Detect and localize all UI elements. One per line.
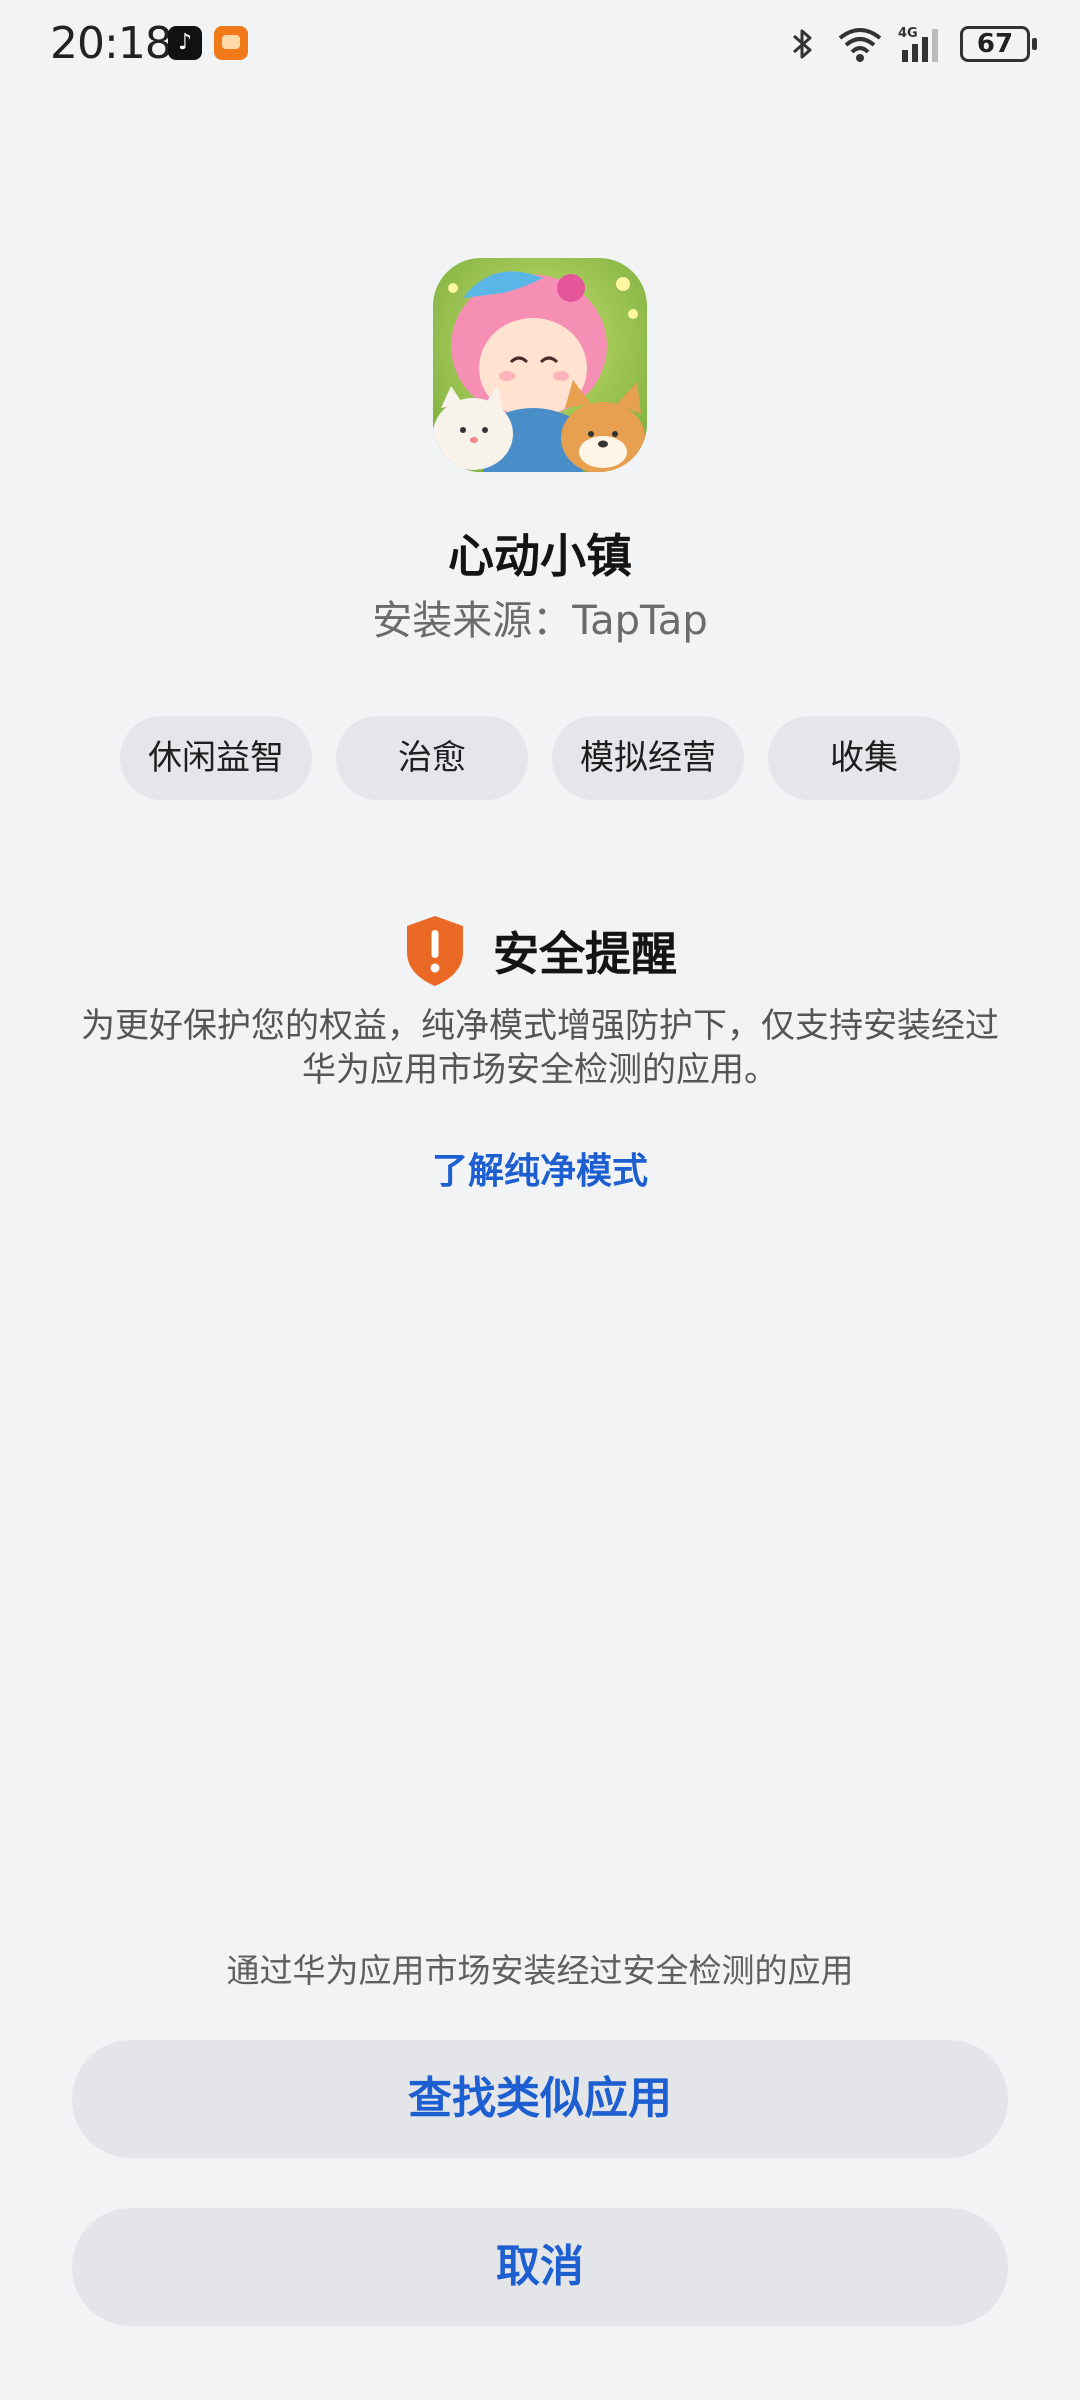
app-tags: 休闲益智 治愈 模拟经营 收集 xyxy=(120,716,960,800)
learn-pure-mode-link[interactable]: 了解纯净模式 xyxy=(0,1142,1080,1194)
install-blocked-page: 20:18 ♪ 4G 67 心动小镇 安装来源：TapTap 休闲益智 治愈 模… xyxy=(0,0,1080,2400)
status-bar: 20:18 ♪ 4G 67 xyxy=(0,0,1080,90)
status-time: 20:18 xyxy=(50,18,173,69)
wifi-icon xyxy=(838,28,882,62)
find-similar-apps-button[interactable]: 查找类似应用 xyxy=(72,2040,1008,2158)
shield-warning-icon xyxy=(407,916,463,986)
install-source-value: TapTap xyxy=(572,598,708,644)
tag-casual-puzzle: 休闲益智 xyxy=(120,716,312,800)
install-source-label: 安装来源： xyxy=(372,598,573,644)
app-name: 心动小镇 xyxy=(448,529,632,583)
tag-simulation: 模拟经营 xyxy=(552,716,744,800)
cancel-button[interactable]: 取消 xyxy=(72,2208,1008,2326)
app-notification-icon xyxy=(214,26,248,60)
battery-icon: 67 xyxy=(960,26,1037,62)
bottom-hint: 通过华为应用市场安装经过安全检测的应用 xyxy=(226,1951,854,1990)
network-type-label: 4G xyxy=(898,26,918,41)
bluetooth-icon xyxy=(793,29,812,59)
tag-healing: 治愈 xyxy=(336,716,528,800)
security-header: 安全提醒 xyxy=(0,914,1080,988)
install-source: 安装来源：TapTap xyxy=(0,588,1080,646)
signal-icon: 4G xyxy=(898,26,938,62)
status-icons: 4G 67 xyxy=(782,22,1037,66)
security-description: 为更好保护您的权益，纯净模式增强防护下，仅支持安装经过华为应用市场安全检测的应用… xyxy=(81,1006,999,1090)
tiktok-icon: ♪ xyxy=(168,26,202,60)
tag-collection: 收集 xyxy=(768,716,960,800)
battery-level: 67 xyxy=(976,29,1014,59)
security-title: 安全提醒 xyxy=(493,927,677,981)
app-icon xyxy=(433,258,647,472)
